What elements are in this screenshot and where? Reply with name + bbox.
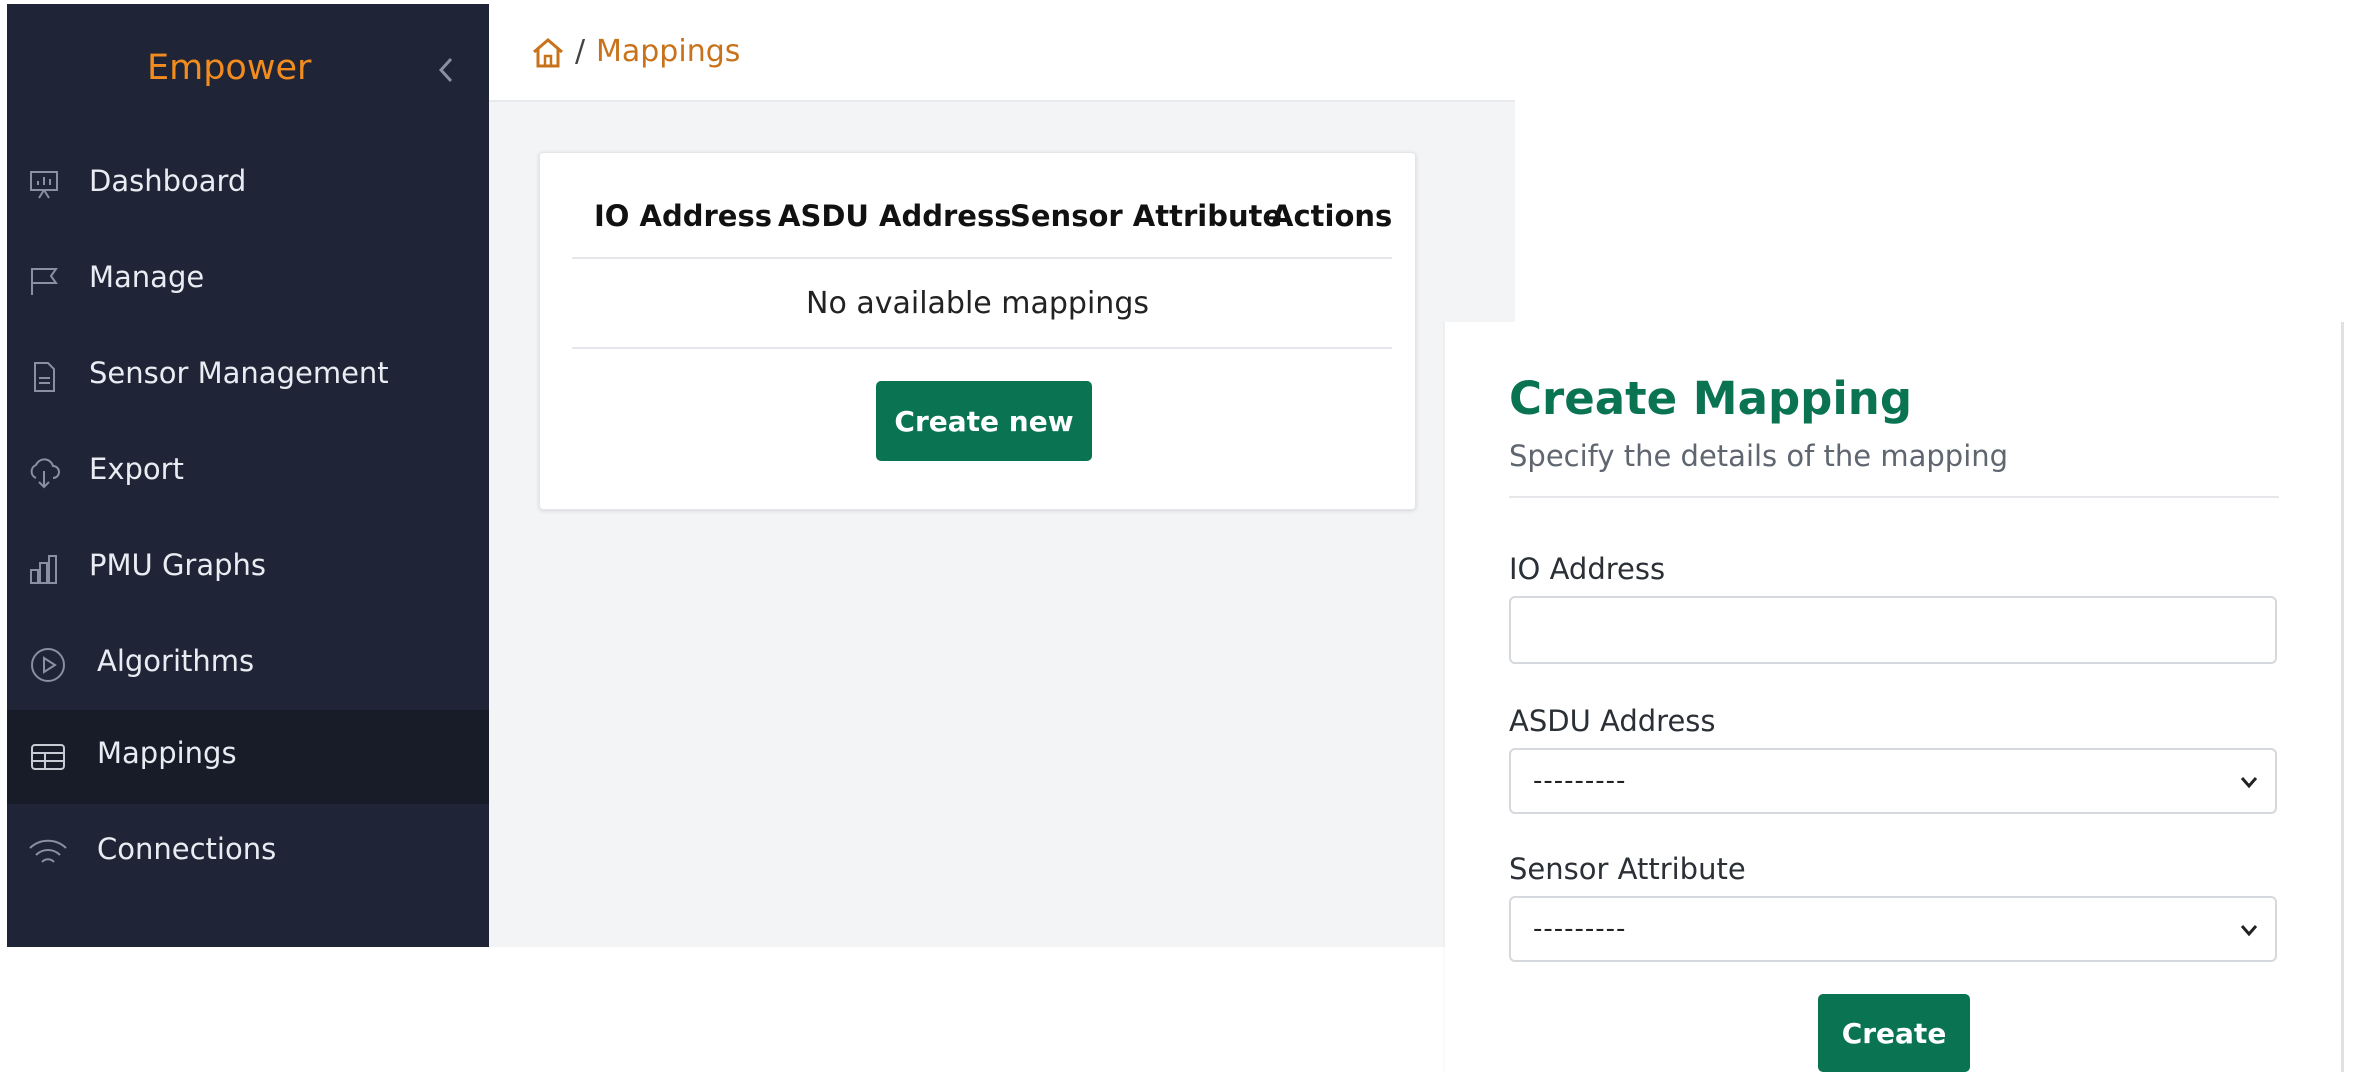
column-header-asdu-address: ASDU Address xyxy=(778,199,1012,233)
asdu-address-select[interactable]: --------- xyxy=(1509,748,2277,814)
sidebar-item-label: Manage xyxy=(89,260,205,294)
panel-subtitle: Specify the details of the mapping xyxy=(1509,439,2009,473)
divider xyxy=(572,257,1392,259)
column-header-io-address: IO Address xyxy=(594,199,772,233)
sidebar-header: Empower xyxy=(7,4,489,136)
table-icon xyxy=(31,744,65,770)
sidebar-item-label: PMU Graphs xyxy=(89,548,267,582)
io-address-label: IO Address xyxy=(1509,552,1666,586)
sidebar-item-dashboard[interactable]: Dashboard xyxy=(7,138,489,232)
asdu-address-label: ASDU Address xyxy=(1509,704,1716,738)
asdu-address-selected-value: --------- xyxy=(1533,766,1627,796)
sidebar-item-connections[interactable]: Connections xyxy=(7,806,489,900)
column-header-sensor-attribute: Sensor Attribute xyxy=(1010,199,1283,233)
sidebar: Empower Dashboard Manage Sensor Manageme… xyxy=(7,4,489,947)
create-new-button[interactable]: Create new xyxy=(876,381,1092,461)
scrollbar[interactable] xyxy=(2341,322,2344,1072)
sidebar-item-label: Algorithms xyxy=(97,644,255,678)
mappings-card: IO Address ASDU Address Sensor Attribute… xyxy=(539,152,1416,510)
io-address-input[interactable] xyxy=(1509,596,2277,664)
sidebar-item-sensor-management[interactable]: Sensor Management xyxy=(7,330,489,424)
sidebar-item-export[interactable]: Export xyxy=(7,426,489,520)
main-content: IO Address ASDU Address Sensor Attribute… xyxy=(489,102,1515,947)
wifi-icon xyxy=(29,839,67,863)
sidebar-item-algorithms[interactable]: Algorithms xyxy=(7,618,489,712)
sidebar-item-manage[interactable]: Manage xyxy=(7,234,489,328)
home-icon[interactable] xyxy=(531,36,565,70)
chevron-down-icon xyxy=(2240,925,2258,937)
empty-state-message: No available mappings xyxy=(806,286,1149,321)
sidebar-item-label: Export xyxy=(89,452,184,486)
divider xyxy=(1509,496,2279,498)
breadcrumb-separator: / xyxy=(575,34,586,69)
panel-title: Create Mapping xyxy=(1509,372,1913,425)
brand-logo-text[interactable]: Empower xyxy=(147,48,311,88)
chevron-down-icon xyxy=(2240,777,2258,789)
sidebar-item-mappings[interactable]: Mappings xyxy=(7,710,489,804)
cloud-download-icon xyxy=(30,458,60,489)
flag-icon xyxy=(31,268,58,295)
sidebar-item-label: Mappings xyxy=(97,736,237,770)
play-circle-icon xyxy=(31,648,65,682)
sidebar-item-pmu-graphs[interactable]: PMU Graphs xyxy=(7,522,489,616)
create-button[interactable]: Create xyxy=(1818,994,1970,1072)
sensor-attribute-selected-value: --------- xyxy=(1533,914,1627,944)
column-header-actions: Actions xyxy=(1271,199,1393,233)
document-icon xyxy=(34,362,55,392)
sidebar-item-label: Connections xyxy=(97,832,277,866)
divider xyxy=(572,347,1392,349)
presentation-chart-icon xyxy=(30,171,58,199)
sensor-attribute-select[interactable]: --------- xyxy=(1509,896,2277,962)
sidebar-item-label: Dashboard xyxy=(89,164,247,198)
chevron-left-icon[interactable] xyxy=(432,54,460,86)
sidebar-item-label: Sensor Management xyxy=(89,356,389,390)
create-mapping-panel: Create Mapping Specify the details of th… xyxy=(1445,322,2345,1072)
breadcrumb-current: Mappings xyxy=(596,34,741,69)
bar-chart-icon xyxy=(30,555,57,584)
breadcrumb: / Mappings xyxy=(489,0,1515,102)
sensor-attribute-label: Sensor Attribute xyxy=(1509,852,1746,886)
